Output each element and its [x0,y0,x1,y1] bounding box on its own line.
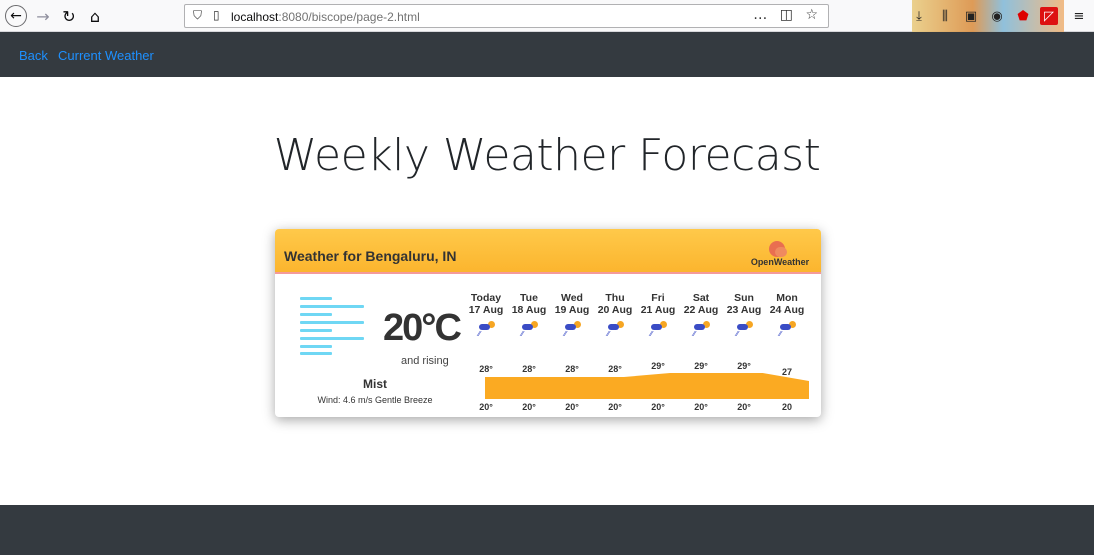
forecast-min-temp: 20° [651,402,665,412]
page-actions-icon[interactable]: … [753,7,771,23]
browser-toolbar: ← → ↻ ⌂ ⛉ ▯ localhost:8080/biscope/page-… [0,0,1094,32]
forecast-day-date: 22 Aug [683,304,719,316]
forecast-max-temp: 29° [651,361,665,371]
page-footer [0,505,1094,555]
forecast-day: Sun 23 Aug [723,292,765,316]
widget-title: Weather for Bengaluru, IN [284,248,457,264]
forecast-day-name: Fri [651,292,665,304]
forecast-day: Mon 24 Aug [766,292,808,316]
app-navbar: Back Current Weather [0,32,1094,77]
forecast-day: Sat 22 Aug [680,292,722,316]
wind-info: Wind: 4.6 m/s Gentle Breeze [317,395,433,405]
page-icon[interactable]: ▯ [213,8,220,22]
forecast-day-name: Wed [561,292,583,304]
forecast-min-temp: 20° [565,402,579,412]
forecast-min-temp: 20° [479,402,493,412]
nav-current-weather-link[interactable]: Current Weather [58,48,154,63]
rain-sun-icon: ⁄⁄ [735,321,753,338]
forecast-day-date: 18 Aug [511,304,547,316]
forecast-day-name: Sun [734,292,754,304]
rain-sun-icon: ⁄⁄ [477,321,495,338]
page-title: Weekly Weather Forecast [273,130,821,181]
forecast-min-temp: 20° [737,402,751,412]
forecast-day-name: Today [470,292,502,304]
ublock-icon[interactable]: ⬟ [1014,7,1032,25]
menu-icon[interactable]: ≡ [1070,7,1088,25]
bookmark-star-icon[interactable]: ☆ [805,7,822,23]
forecast-min-temp: 20° [522,402,536,412]
logo-text: OpenWeather [750,257,810,267]
rain-sun-icon: ⁄⁄ [520,321,538,338]
mist-icon [300,297,364,355]
forecast-day-name: Tue [520,292,538,304]
current-temperature: 20°C [383,307,462,349]
openweather-logo: OpenWeather [749,241,811,269]
forecast-day-date: 21 Aug [640,304,676,316]
forecast-day-date: 24 Aug [769,304,805,316]
forecast-min-temp: 20 [781,402,792,412]
pocket-icon[interactable]: ◫ [780,7,797,23]
extension-icon[interactable]: ◸ [1040,7,1058,25]
url-text[interactable]: localhost:8080/biscope/page-2.html [231,10,420,24]
weather-widget: Weather for Bengaluru, IN OpenWeather 20… [275,229,821,417]
rain-sun-icon: ⁄⁄ [692,321,710,338]
temperature-band [485,373,809,399]
shield-icon[interactable]: ⛉ [193,8,202,23]
forecast-day-date: 23 Aug [726,304,762,316]
nav-back-link[interactable]: Back [19,48,48,63]
weather-condition: Mist [363,377,387,391]
sidebar-icon[interactable]: ▣ [962,7,980,25]
forecast-day-name: Thu [605,292,625,304]
forecast-day: Tue 18 Aug [508,292,550,316]
forecast-day: Fri 21 Aug [637,292,679,316]
reload-icon[interactable]: ↻ [58,5,80,27]
forward-arrow-icon[interactable]: → [32,5,54,27]
rain-sun-icon: ⁄⁄ [606,321,624,338]
forecast-day-date: 19 Aug [554,304,590,316]
widget-header: Weather for Bengaluru, IN OpenWeather [275,229,821,274]
rain-sun-icon: ⁄⁄ [563,321,581,338]
account-icon[interactable]: ◉ [988,7,1006,25]
library-icon[interactable]: ⫼ [936,7,954,25]
forecast-day-name: Mon [776,292,798,304]
forecast-day: Thu 20 Aug [594,292,636,316]
forecast-day: Today 17 Aug [465,292,507,316]
forecast-max-temp: 29° [694,361,708,371]
temperature-trend: and rising [401,355,449,367]
forecast-day: Wed 19 Aug [551,292,593,316]
forecast-max-temp: 29° [737,361,751,371]
url-bar[interactable]: ⛉ ▯ localhost:8080/biscope/page-2.html …… [184,4,829,28]
download-icon[interactable]: ⤓ [910,7,928,25]
home-icon[interactable]: ⌂ [84,5,106,27]
forecast-day-date: 20 Aug [597,304,633,316]
forecast-day-date: 17 Aug [468,304,504,316]
rain-sun-icon: ⁄⁄ [778,321,796,338]
forecast-min-temp: 20° [694,402,708,412]
forecast-day-name: Sat [692,292,710,304]
back-arrow-icon[interactable]: ← [5,5,27,27]
forecast-min-temp: 20° [608,402,622,412]
rain-sun-icon: ⁄⁄ [649,321,667,338]
